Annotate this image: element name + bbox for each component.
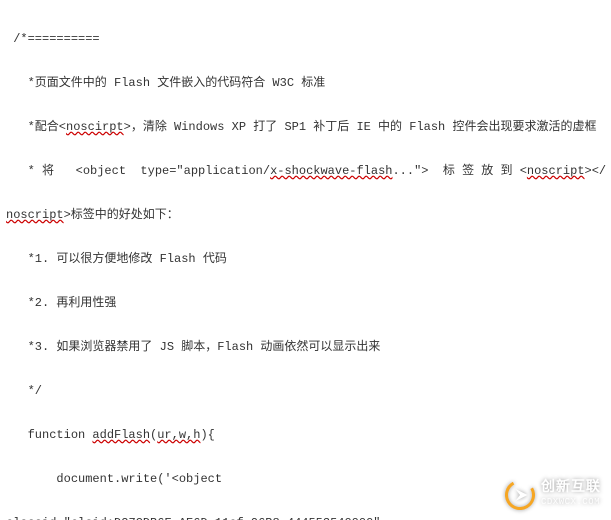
logo-text: 创新互联 CDXWCX.COM (541, 481, 601, 509)
code-line: *3. 如果浏览器禁用了 JS 脚本，Flash 动画依然可以显示出来 (6, 336, 611, 358)
logo-icon (505, 480, 535, 510)
code-block: /*========== *页面文件中的 Flash 文件嵌入的代码符合 W3C… (0, 0, 611, 520)
code-line: noscript>标签中的好处如下： (6, 204, 611, 226)
code-line: * 将 <object type="application/x-shockwav… (6, 160, 611, 182)
logo-cn: 创新互联 (541, 481, 601, 495)
code-line: *页面文件中的 Flash 文件嵌入的代码符合 W3C 标准 (6, 72, 611, 94)
code-line: *2. 再利用性强 (6, 292, 611, 314)
code-line: classid="clsid:D27CDB6E-AE6D-11cf-96B8-4… (6, 512, 611, 520)
logo-url: CDXWCX.COM (541, 495, 601, 509)
code-line: */ (6, 380, 611, 402)
watermark-logo: 创新互联 CDXWCX.COM (505, 480, 601, 510)
code-line: /*========== (6, 28, 611, 50)
code-line: *配合<noscirpt>，清除 Windows XP 打了 SP1 补丁后 I… (6, 116, 611, 138)
code-line: function addFlash(ur,w,h){ (6, 424, 611, 446)
code-line: *1. 可以很方便地修改 Flash 代码 (6, 248, 611, 270)
